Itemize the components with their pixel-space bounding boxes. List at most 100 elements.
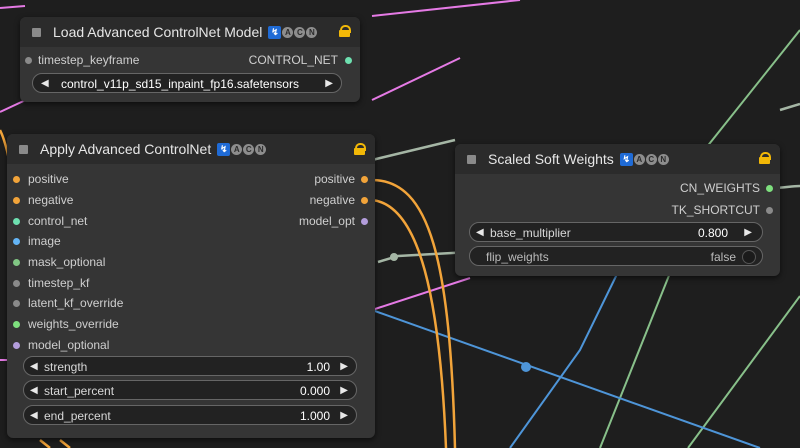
slot-tk-shortcut-output[interactable] <box>766 207 773 214</box>
output-model-opt: model_opt <box>298 214 355 228</box>
arrow-left-icon[interactable]: ◀ <box>30 381 38 401</box>
combo-value: control_v11p_sd15_inpaint_fp16.safetenso… <box>61 77 299 91</box>
slot-timestep-keyframe-input[interactable] <box>25 57 32 64</box>
arrow-right-icon[interactable]: ▶ <box>325 74 333 94</box>
badge-c: C <box>645 153 657 165</box>
link-pink-3 <box>371 0 521 17</box>
badge-n: N <box>255 143 267 155</box>
slot-model-optional-input[interactable] <box>13 342 20 349</box>
link-blue-2 <box>509 267 621 448</box>
node-title: Load Advanced ControlNet Model <box>53 24 263 40</box>
input-timestep-kf: timestep_kf <box>28 276 90 290</box>
slot-timestep-kf-input[interactable] <box>13 280 20 287</box>
widget-value: 1.00 <box>306 360 330 374</box>
input-model-optional: model_optional <box>28 338 110 352</box>
widget-value: 0.000 <box>299 384 330 398</box>
link-reroute-dot-gray[interactable] <box>390 253 398 261</box>
input-image: image <box>28 234 61 248</box>
link-reroute-dot-blue[interactable] <box>521 362 531 372</box>
end-percent-slider[interactable]: ◀ end_percent 1.000 ▶ <box>23 405 357 425</box>
collapse-square-icon[interactable] <box>32 27 41 37</box>
node-header[interactable]: Scaled Soft Weights ↯ A C N <box>455 144 780 174</box>
slot-mask-optional-input[interactable] <box>13 259 20 266</box>
slot-model-opt-output[interactable] <box>361 218 368 225</box>
node-scaled-soft-weights[interactable]: Scaled Soft Weights ↯ A C N CN_WEIGHTS T… <box>455 144 780 276</box>
link-pink-5 <box>371 57 461 101</box>
badge-a: A <box>633 153 645 165</box>
collapse-square-icon[interactable] <box>19 144 28 154</box>
input-control-net: control_net <box>28 214 88 228</box>
link-blue-1 <box>371 309 761 448</box>
input-negative: negative <box>28 193 74 207</box>
strength-slider[interactable]: ◀ strength 1.00 ▶ <box>23 356 357 376</box>
arrow-left-icon[interactable]: ◀ <box>476 223 484 243</box>
slot-control-net-output[interactable] <box>345 57 352 64</box>
link-green-1 <box>705 29 800 149</box>
link-orange-in-2 <box>59 439 71 448</box>
input-mask-optional: mask_optional <box>28 255 106 269</box>
output-cn-weights: CN_WEIGHTS <box>679 181 760 195</box>
widget-label: strength <box>44 360 88 374</box>
arrow-left-icon[interactable]: ◀ <box>41 74 49 94</box>
node-header[interactable]: Apply Advanced ControlNet ↯ A C N <box>7 134 375 164</box>
node-load-advanced-controlnet-model[interactable]: Load Advanced ControlNet Model ↯ A C N t… <box>20 17 360 102</box>
slot-control-net-input[interactable] <box>13 218 20 225</box>
widget-label: base_multiplier <box>490 226 571 240</box>
slot-cn-weights-output[interactable] <box>766 185 773 192</box>
badge-n: N <box>657 153 669 165</box>
start-percent-slider[interactable]: ◀ start_percent 0.000 ▶ <box>23 380 357 400</box>
badge-n: N <box>306 26 318 38</box>
input-latent-kf-override: latent_kf_override <box>28 296 124 310</box>
slot-image-input[interactable] <box>13 238 20 245</box>
output-control-net: CONTROL_NET <box>248 53 338 67</box>
toggle-knob-icon[interactable] <box>742 250 756 264</box>
widget-label: start_percent <box>44 384 115 398</box>
input-weights-override: weights_override <box>28 317 119 331</box>
badge-c: C <box>294 26 306 38</box>
widget-label: flip_weights <box>486 250 549 264</box>
node-title: Scaled Soft Weights <box>488 151 614 167</box>
slot-weights-override-input[interactable] <box>13 321 20 328</box>
link-orange-in-3 <box>39 439 51 448</box>
lock-icon[interactable] <box>354 143 366 155</box>
link-green-3 <box>687 295 800 448</box>
slot-positive-output[interactable] <box>361 176 368 183</box>
collapse-square-icon[interactable] <box>467 154 476 164</box>
arrow-right-icon[interactable]: ▶ <box>340 406 348 426</box>
arrow-left-icon[interactable]: ◀ <box>30 357 38 377</box>
arrow-right-icon[interactable]: ▶ <box>340 357 348 377</box>
link-pink-2 <box>0 5 26 9</box>
control-net-name-combo[interactable]: ◀ control_v11p_sd15_inpaint_fp16.safeten… <box>32 73 342 93</box>
node-header[interactable]: Load Advanced ControlNet Model ↯ A C N <box>20 17 360 47</box>
arrow-right-icon[interactable]: ▶ <box>744 223 752 243</box>
lock-icon[interactable] <box>759 152 771 164</box>
widget-value: 0.800 <box>697 226 728 240</box>
node-apply-advanced-controlnet[interactable]: Apply Advanced ControlNet ↯ A C N positi… <box>7 134 375 438</box>
link-pink-4 <box>371 277 471 311</box>
badge-a: A <box>282 26 294 38</box>
lightning-badge-icon: ↯ <box>217 142 231 156</box>
arrow-left-icon[interactable]: ◀ <box>30 406 38 426</box>
widget-label: end_percent <box>44 409 111 423</box>
base-multiplier-slider[interactable]: ◀ base_multiplier 0.800 ▶ <box>469 222 763 242</box>
input-positive: positive <box>28 172 69 186</box>
arrow-right-icon[interactable]: ▶ <box>340 381 348 401</box>
slot-positive-input[interactable] <box>13 176 20 183</box>
input-timestep-keyframe: timestep_keyframe <box>38 53 140 67</box>
badge-a: A <box>231 143 243 155</box>
lock-icon[interactable] <box>339 25 351 37</box>
output-tk-shortcut: TK_SHORTCUT <box>671 203 760 217</box>
flip-weights-toggle[interactable]: flip_weights false <box>469 246 763 266</box>
lightning-badge-icon: ↯ <box>619 152 633 166</box>
link-green-2 <box>599 267 673 448</box>
badge-c: C <box>243 143 255 155</box>
widget-value: false <box>710 250 736 264</box>
lightning-badge-icon: ↯ <box>268 25 282 39</box>
slot-negative-input[interactable] <box>13 197 20 204</box>
slot-negative-output[interactable] <box>361 197 368 204</box>
slot-latent-kf-override-input[interactable] <box>13 300 20 307</box>
output-negative: negative <box>309 193 355 207</box>
link-gray-green-2 <box>779 102 800 112</box>
node-title: Apply Advanced ControlNet <box>40 141 212 157</box>
widget-value: 1.000 <box>299 409 330 423</box>
